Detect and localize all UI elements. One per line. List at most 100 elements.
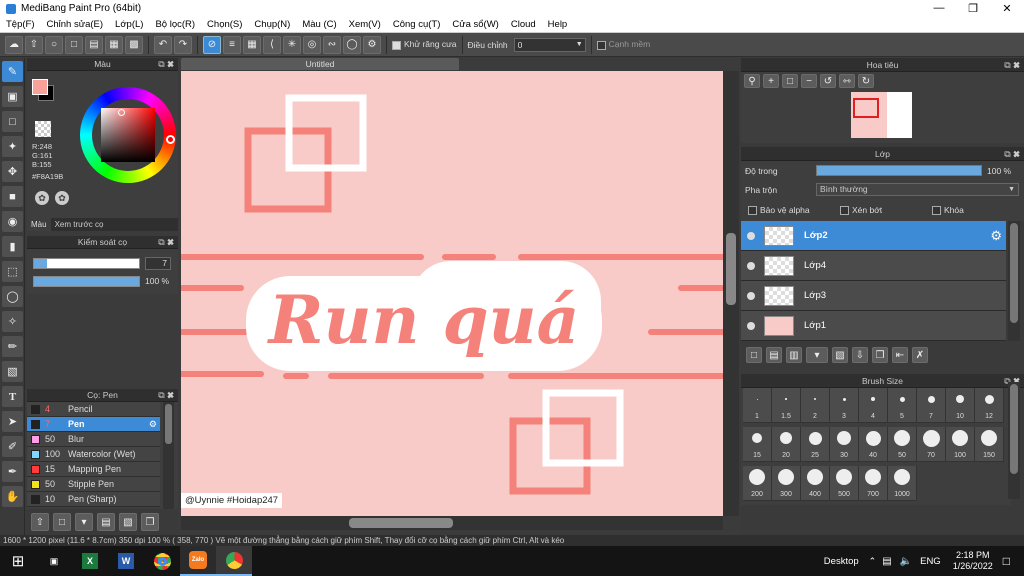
palette-icon[interactable]: ✿ <box>35 191 49 205</box>
blend-select[interactable]: Bình thường ▼ <box>816 183 1019 196</box>
lock-checkbox[interactable]: Khóa <box>932 205 964 216</box>
bucket-tool-icon[interactable]: ◉ <box>2 211 23 232</box>
panel-controls[interactable]: ⧉ ✖ <box>1004 147 1020 161</box>
brush-opacity-slider[interactable] <box>33 276 140 287</box>
menu-color[interactable]: Màu (C) <box>302 19 336 30</box>
brush-size-cell[interactable]: 200 <box>743 466 772 501</box>
chrome-icon[interactable] <box>144 546 180 576</box>
cloud-icon[interactable]: ☁ <box>5 35 23 54</box>
brush-copy-icon[interactable]: ▤ <box>97 513 115 531</box>
zoom-actual-icon[interactable]: □ <box>782 74 798 88</box>
menu-layer[interactable]: Lớp(L) <box>115 19 143 30</box>
brush-item-mapping-pen[interactable]: 15 Mapping Pen <box>27 462 160 477</box>
merge-layer-icon[interactable]: ⇤ <box>892 347 908 363</box>
duplicate-layer-icon[interactable]: ❐ <box>872 347 888 363</box>
visibility-icon[interactable] <box>747 261 755 270</box>
hand-tool-icon[interactable]: ✋ <box>2 486 23 507</box>
dot-tool-icon[interactable]: ✦ <box>2 136 23 157</box>
word-icon[interactable]: W <box>108 546 144 576</box>
clock[interactable]: 2:18 PM 1/26/2022 <box>953 550 993 572</box>
visibility-icon[interactable] <box>747 231 755 240</box>
snap-curve-icon[interactable]: ∾ <box>323 35 341 54</box>
snap-ellipse-icon[interactable]: ◯ <box>343 35 361 54</box>
layer-down-icon[interactable]: ⇩ <box>852 347 868 363</box>
page-icon[interactable]: ▤ <box>85 35 103 54</box>
menu-edit[interactable]: Chỉnh sửa(E) <box>47 19 104 30</box>
menu-view[interactable]: Xem(V) <box>349 19 381 30</box>
text-tool-icon[interactable]: T <box>2 386 23 407</box>
new-layer-icon[interactable]: □ <box>746 347 762 363</box>
brush-size-cell[interactable]: 5 <box>888 388 917 423</box>
lasso-tool-icon[interactable]: ◯ <box>2 286 23 307</box>
brush-item-blur[interactable]: 50 Blur <box>27 432 160 447</box>
snap-vanish-icon[interactable]: ⟨ <box>263 35 281 54</box>
redo-icon[interactable]: ↷ <box>174 35 192 54</box>
magic-wand-tool-icon[interactable]: ✧ <box>2 311 23 332</box>
brush-size-cell[interactable]: 10 <box>946 388 975 423</box>
brush-item-watercolor[interactable]: 100 Watercolor (Wet) <box>27 447 160 462</box>
speech-icon[interactable]: □ <box>65 35 83 54</box>
soft-edge-checkbox[interactable]: Cạnh mềm <box>596 39 650 50</box>
grid-icon[interactable]: ▦ <box>105 35 123 54</box>
zoom-fit-icon[interactable]: ⚲ <box>744 74 760 88</box>
foreground-swatch[interactable] <box>32 79 48 95</box>
brush-size-cell[interactable]: 300 <box>772 466 801 501</box>
navigator-thumbnail[interactable] <box>851 92 912 138</box>
visibility-icon[interactable] <box>747 291 755 300</box>
layer-item[interactable]: Lớp2 ⚙ <box>741 221 1006 251</box>
delete-layer-icon[interactable]: ✗ <box>912 347 928 363</box>
brush-size-cell[interactable]: 25 <box>801 427 830 462</box>
medibang-icon[interactable] <box>216 546 252 576</box>
share-icon[interactable]: ⇧ <box>25 35 43 54</box>
brush-item-stipple-pen[interactable]: 50 Stipple Pen <box>27 477 160 492</box>
minimize-button[interactable]: — <box>922 2 956 15</box>
hue-handle-icon[interactable] <box>166 135 175 144</box>
flip-icon[interactable]: ⇿ <box>839 74 855 88</box>
zoom-out-icon[interactable]: − <box>801 74 817 88</box>
new-halftone-layer-icon[interactable]: ▤ <box>766 347 782 363</box>
brush-size-cell[interactable]: 15 <box>743 427 772 462</box>
snap-settings-icon[interactable]: ⚙ <box>363 35 381 54</box>
visibility-icon[interactable] <box>747 321 755 330</box>
menu-snap[interactable]: Chụp(N) <box>254 19 290 30</box>
brush-size-cell[interactable]: 100 <box>946 427 975 462</box>
rect-tool-icon[interactable]: □ <box>2 111 23 132</box>
snap-parallel-icon[interactable]: ≡ <box>223 35 241 54</box>
brush-size-cell[interactable]: 50 <box>888 427 917 462</box>
brush-dup-icon[interactable]: ❐ <box>141 513 159 531</box>
windows-start-icon[interactable]: ⊞ <box>0 546 36 576</box>
canvas-tab[interactable]: Untitled <box>181 58 459 70</box>
brush-folder-icon[interactable]: ▧ <box>119 513 137 531</box>
brush-item-pen-sharp[interactable]: 10 Pen (Sharp) <box>27 492 160 507</box>
brush-menu-icon[interactable]: ▾ <box>75 513 93 531</box>
brush-size-slider[interactable] <box>33 258 140 269</box>
language-indicator[interactable]: ENG <box>920 556 941 567</box>
layer-opacity-slider[interactable] <box>816 165 982 176</box>
layer-item[interactable]: Lớp1 <box>741 311 1006 341</box>
fill-rect-tool-icon[interactable]: ■ <box>2 186 23 207</box>
tab-color[interactable]: Màu <box>27 218 51 231</box>
panel-controls[interactable]: ⧉ ✖ <box>158 236 174 249</box>
brush-size-cell[interactable]: 150 <box>975 427 1004 462</box>
brush-size-cell[interactable]: 7 <box>917 388 946 423</box>
menu-window[interactable]: Cửa sổ(W) <box>452 19 498 30</box>
gear-icon[interactable]: ⚙ <box>990 228 1002 244</box>
layer-item[interactable]: Lớp3 <box>741 281 1006 311</box>
brush-size-cell[interactable]: 1.5 <box>772 388 801 423</box>
excel-icon[interactable]: X <box>72 546 108 576</box>
volume-icon[interactable]: 🔈 <box>900 556 912 567</box>
zalo-icon[interactable]: Zalo <box>180 546 216 576</box>
brush-size-cell[interactable]: 1 <box>743 388 772 423</box>
menu-tools[interactable]: Công cụ(T) <box>393 19 441 30</box>
menu-file[interactable]: Tệp(F) <box>6 19 35 30</box>
chevron-up-icon[interactable]: ⌃ <box>869 556 877 567</box>
antialias-checkbox[interactable]: Khử răng cưa <box>392 39 457 50</box>
brush-size-value[interactable]: 7 <box>145 257 171 270</box>
brush-size-cell[interactable]: 40 <box>859 427 888 462</box>
eyedropper-tool-icon[interactable]: ✐ <box>2 436 23 457</box>
desktop-label[interactable]: Desktop <box>824 556 859 567</box>
brush-size-cell[interactable]: 1000 <box>888 466 917 501</box>
divide-tool-icon[interactable]: ✒ <box>2 461 23 482</box>
brush-size-cell[interactable]: 30 <box>830 427 859 462</box>
brush-size-cell[interactable]: 12 <box>975 388 1004 423</box>
